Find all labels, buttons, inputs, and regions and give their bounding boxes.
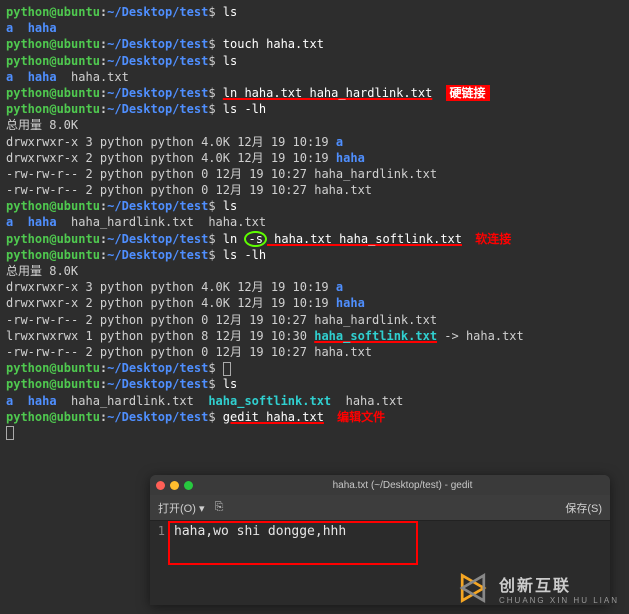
minimize-icon[interactable]	[170, 481, 179, 490]
cmd-ln-hard: ln haha.txt haha_hardlink.txt	[223, 86, 433, 100]
window-controls[interactable]	[156, 481, 193, 490]
ll-row: -rw-rw-r-- 2 python python 0 12月 19 10:2…	[6, 166, 623, 182]
ll-row: -rw-rw-r-- 2 python python 0 12月 19 10:2…	[6, 182, 623, 198]
ls-output: a haha haha.txt	[6, 69, 623, 85]
cmd-touch: touch haha.txt	[223, 37, 324, 51]
ll-row: -rw-rw-r-- 2 python python 0 12月 19 10:2…	[6, 312, 623, 328]
cmd-ls-lh: ls -lh	[223, 102, 266, 116]
gedit-title: haha.txt (~/Desktop/test) - gedit	[201, 480, 604, 491]
terminal-line: python@ubuntu:~/Desktop/test$	[6, 360, 623, 376]
ll-row: lrwxrwxrwx 1 python python 8 12月 19 10:3…	[6, 328, 623, 344]
terminal-line: python@ubuntu:~/Desktop/test$ ls -lh	[6, 247, 623, 263]
watermark-text-en: CHUANG XIN HU LIAN	[499, 596, 619, 605]
terminal-line: python@ubuntu:~/Desktop/test$ touch haha…	[6, 36, 623, 52]
chevron-down-icon: ▾	[199, 503, 205, 515]
ls-output: a haha haha_hardlink.txt haha.txt	[6, 214, 623, 230]
ll-row: drwxrwxr-x 2 python python 4.0K 12月 19 1…	[6, 295, 623, 311]
cmd-ln-soft: haha.txt haha_softlink.txt	[267, 232, 462, 246]
cursor-icon	[6, 426, 14, 440]
watermark: 创新互联 CHUANG XIN HU LIAN	[455, 570, 619, 606]
annotation-red-box	[168, 521, 418, 565]
watermark-logo-icon	[455, 570, 491, 606]
line-gutter: 1	[150, 521, 168, 605]
prompt-user: python@ubuntu	[6, 5, 100, 19]
close-icon[interactable]	[156, 481, 165, 490]
annotation-softlink: 软连接	[475, 232, 511, 246]
prompt-path: ~/Desktop/test	[107, 5, 208, 19]
ll-row: drwxrwxr-x 3 python python 4.0K 12月 19 1…	[6, 279, 623, 295]
terminal-line: python@ubuntu:~/Desktop/test$ ln -s haha…	[6, 231, 623, 247]
ll-row: drwxrwxr-x 2 python python 4.0K 12月 19 1…	[6, 150, 623, 166]
ls-output: a haha haha_hardlink.txt haha_softlink.t…	[6, 393, 623, 409]
cmd-gedit: gedit haha.txt	[223, 410, 324, 424]
terminal-line: python@ubuntu:~/Desktop/test$ ln haha.tx…	[6, 85, 623, 101]
terminal-line: python@ubuntu:~/Desktop/test$ ls	[6, 376, 623, 392]
ll-row: drwxrwxr-x 3 python python 4.0K 12月 19 1…	[6, 134, 623, 150]
cmd-ls: ls	[223, 5, 237, 19]
annotation-editfile: 编辑文件	[337, 410, 385, 424]
gedit-titlebar[interactable]: haha.txt (~/Desktop/test) - gedit	[150, 475, 610, 495]
open-button[interactable]: 打开(O) ▾	[158, 500, 204, 516]
annotation-hardlink: 硬链接	[446, 85, 490, 101]
maximize-icon[interactable]	[184, 481, 193, 490]
annotation-circle-s: -s	[244, 231, 266, 247]
gedit-toolbar: 打开(O) ▾ ⎘ 保存(S)	[150, 495, 610, 521]
total-size: 总用量 8.0K	[6, 117, 623, 133]
terminal-line	[6, 425, 623, 441]
terminal-line: python@ubuntu:~/Desktop/test$ ls	[6, 4, 623, 20]
cursor-icon	[223, 362, 231, 376]
ls-output: a haha	[6, 20, 623, 36]
save-button[interactable]: 保存(S)	[565, 500, 602, 516]
terminal-line: python@ubuntu:~/Desktop/test$ gedit haha…	[6, 409, 623, 425]
terminal-line: python@ubuntu:~/Desktop/test$ ls	[6, 198, 623, 214]
new-document-icon[interactable]: ⎘	[215, 501, 224, 514]
watermark-text-cn: 创新互联	[499, 572, 619, 596]
ll-row: -rw-rw-r-- 2 python python 0 12月 19 10:2…	[6, 344, 623, 360]
terminal-line: python@ubuntu:~/Desktop/test$ ls	[6, 53, 623, 69]
terminal[interactable]: python@ubuntu:~/Desktop/test$ ls a haha …	[0, 0, 629, 441]
terminal-line: python@ubuntu:~/Desktop/test$ ls -lh	[6, 101, 623, 117]
